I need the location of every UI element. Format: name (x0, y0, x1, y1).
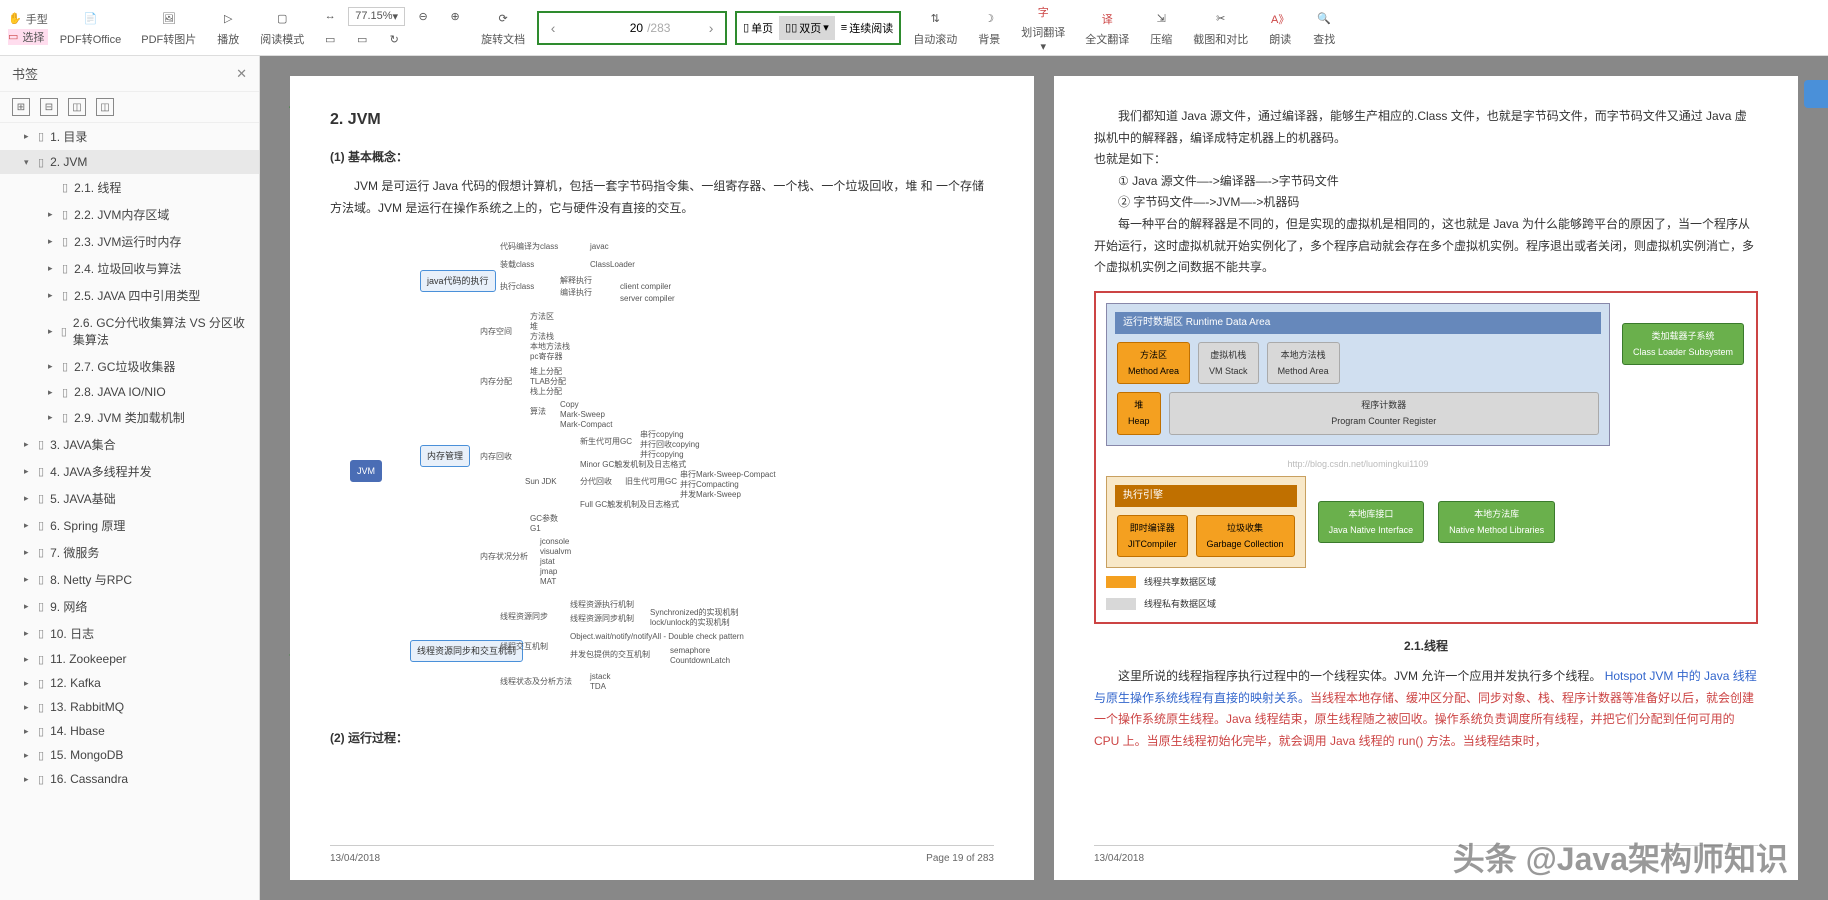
word-translate-button[interactable]: 字划词翻译 ▾ (1013, 0, 1073, 57)
bookmark-item[interactable]: ▸▯2.5. JAVA 四中引用类型 (0, 282, 259, 309)
compress-button[interactable]: ⇲压缩 (1141, 5, 1181, 51)
bookmark-item[interactable]: ▯2.1. 线程 (0, 174, 259, 201)
continuous-button[interactable]: ≡ 连续阅读 (835, 16, 899, 40)
zoom-in-icon[interactable]: ⊕ (441, 6, 469, 27)
translate-icon: 字 (1033, 2, 1053, 22)
bookmark-item[interactable]: ▸▯6. Spring 原理 (0, 512, 259, 539)
bookmark-item[interactable]: ▸▯1. 目录 (0, 123, 259, 150)
scroll-icon: ⇅ (925, 9, 945, 29)
full-translate-icon: 译 (1097, 9, 1117, 29)
bookmark-item[interactable]: ▸▯7. 微服务 (0, 539, 259, 566)
bookmark-icon-2[interactable]: ◫ (96, 98, 114, 116)
pdf-page-left: 2. JVM (1) 基本概念： JVM 是可运行 Java 代码的假想计算机，… (290, 76, 1034, 880)
bookmark-item[interactable]: ▸▯14. Hbase (0, 719, 259, 743)
auto-scroll-button[interactable]: ⇅自动滚动 (905, 5, 965, 51)
bookmark-item[interactable]: ▾▯2. JVM (0, 150, 259, 174)
bookmark-item[interactable]: ▸▯2.6. GC分代收集算法 VS 分区收集算法 (0, 309, 259, 353)
hand-tool[interactable]: ✋手型 (8, 11, 48, 27)
tool-1[interactable]: ▭ (316, 29, 344, 50)
bookmark-item[interactable]: ▸▯2.2. JVM内存区域 (0, 201, 259, 228)
bookmark-item[interactable]: ▸▯12. Kafka (0, 671, 259, 695)
page-title: 2. JVM (330, 106, 994, 135)
view-mode-group: ▯ 单页 ▯▯ 双页 ▾ ≡ 连续阅读 (735, 11, 901, 45)
read-aloud-button[interactable]: A》朗读 (1260, 5, 1300, 51)
bookmark-item[interactable]: ▸▯9. 网络 (0, 593, 259, 620)
bookmark-item[interactable]: ▸▯5. JAVA基础 (0, 485, 259, 512)
pdf-page-right: 我们都知道 Java 源文件，通过编译器，能够生产相应的.Class 文件，也就… (1054, 76, 1798, 880)
play-icon: ▷ (218, 9, 238, 29)
fit-width-icon[interactable]: ↔ (316, 6, 344, 26)
prev-page-button[interactable]: ‹ (539, 20, 567, 36)
search-icon: 🔍 (1314, 9, 1334, 29)
close-sidebar-button[interactable]: ✕ (236, 66, 247, 82)
right-panel-tab[interactable] (1804, 80, 1828, 108)
page-total: /283 (647, 21, 697, 35)
next-page-button[interactable]: › (697, 20, 725, 36)
bookmarks-tree: ▸▯1. 目录▾▯2. JVM▯2.1. 线程▸▯2.2. JVM内存区域▸▯2… (0, 123, 259, 900)
speaker-icon: A》 (1270, 9, 1290, 29)
bookmark-item[interactable]: ▸▯4. JAVA多线程并发 (0, 458, 259, 485)
background-button[interactable]: ☽背景 (969, 5, 1009, 51)
page-input[interactable]: 20 (567, 21, 647, 35)
pdf-to-image-button[interactable]: 🖼PDF转图片 (133, 5, 204, 51)
pdf-office-icon: 📄 (80, 9, 100, 29)
sidebar-iconbar: ⊞ ⊟ ◫ ◫ (0, 92, 259, 123)
bookmark-item[interactable]: ▸▯13. RabbitMQ (0, 695, 259, 719)
pdf-to-office-button[interactable]: 📄PDF转Office (52, 5, 130, 51)
main-toolbar: ✋手型 ▭选择 📄PDF转Office 🖼PDF转图片 ▷播放 ▢阅读模式 ↔7… (0, 0, 1828, 56)
bookmark-item[interactable]: ▸▯2.4. 垃圾回收与算法 (0, 255, 259, 282)
select-tool[interactable]: ▭选择 (8, 29, 48, 45)
bookmark-item[interactable]: ▸▯16. Cassandra (0, 767, 259, 791)
bookmark-icon-1[interactable]: ◫ (68, 98, 86, 116)
bookmark-item[interactable]: ▸▯2.9. JVM 类加载机制 (0, 404, 259, 431)
jvm-architecture-diagram: 运行时数据区 Runtime Data Area 方法区 Method Area… (1094, 291, 1758, 625)
compress-icon: ⇲ (1151, 9, 1171, 29)
tool-2[interactable]: ▭ (348, 29, 376, 50)
find-button[interactable]: 🔍查找 (1304, 5, 1344, 51)
pdf-image-icon: 🖼 (159, 9, 179, 29)
jvm-mindmap: JVM java代码的执行 代码编译为classjavac 装载classCla… (330, 220, 994, 720)
bookmark-item[interactable]: ▸▯8. Netty 与RPC (0, 566, 259, 593)
read-mode-button[interactable]: ▢阅读模式 (252, 5, 312, 51)
tool-3[interactable]: ↻ (380, 29, 408, 50)
bookmark-item[interactable]: ▸▯10. 日志 (0, 620, 259, 647)
crop-icon: ✂ (1211, 9, 1231, 29)
double-page-button[interactable]: ▯▯ 双页 ▾ (779, 16, 835, 40)
sidebar-header: 书签 ✕ (0, 56, 259, 92)
bookmark-item[interactable]: ▸▯2.8. JAVA IO/NIO (0, 380, 259, 404)
crop-compare-button[interactable]: ✂截图和对比 (1185, 5, 1256, 51)
bookmark-item[interactable]: ▸▯2.7. GC垃圾收集器 (0, 353, 259, 380)
document-viewport[interactable]: 2. JVM (1) 基本概念： JVM 是可运行 Java 代码的假想计算机，… (260, 56, 1828, 900)
bookmark-item[interactable]: ▸▯3. JAVA集合 (0, 431, 259, 458)
rotate-button[interactable]: ⟳旋转文档 (473, 5, 533, 51)
page-navigation: ‹ 20 /283 › (537, 11, 727, 45)
bookmark-item[interactable]: ▸▯15. MongoDB (0, 743, 259, 767)
zoom-out-icon[interactable]: ⊖ (409, 6, 437, 27)
bookmark-expand-icon[interactable]: ⊞ (12, 98, 30, 116)
play-button[interactable]: ▷播放 (208, 5, 248, 51)
bookmark-item[interactable]: ▸▯2.3. JVM运行时内存 (0, 228, 259, 255)
zoom-value[interactable]: 77.15% ▾ (348, 7, 405, 26)
bookmark-item[interactable]: ▸▯11. Zookeeper (0, 647, 259, 671)
full-translate-button[interactable]: 译全文翻译 (1077, 5, 1137, 51)
single-page-button[interactable]: ▯ 单页 (737, 16, 779, 40)
bookmarks-sidebar: 书签 ✕ ⊞ ⊟ ◫ ◫ ▸▯1. 目录▾▯2. JVM▯2.1. 线程▸▯2.… (0, 56, 260, 900)
book-icon: ▢ (272, 9, 292, 29)
rotate-icon: ⟳ (493, 9, 513, 29)
bookmark-collapse-icon[interactable]: ⊟ (40, 98, 58, 116)
moon-icon: ☽ (979, 9, 999, 29)
